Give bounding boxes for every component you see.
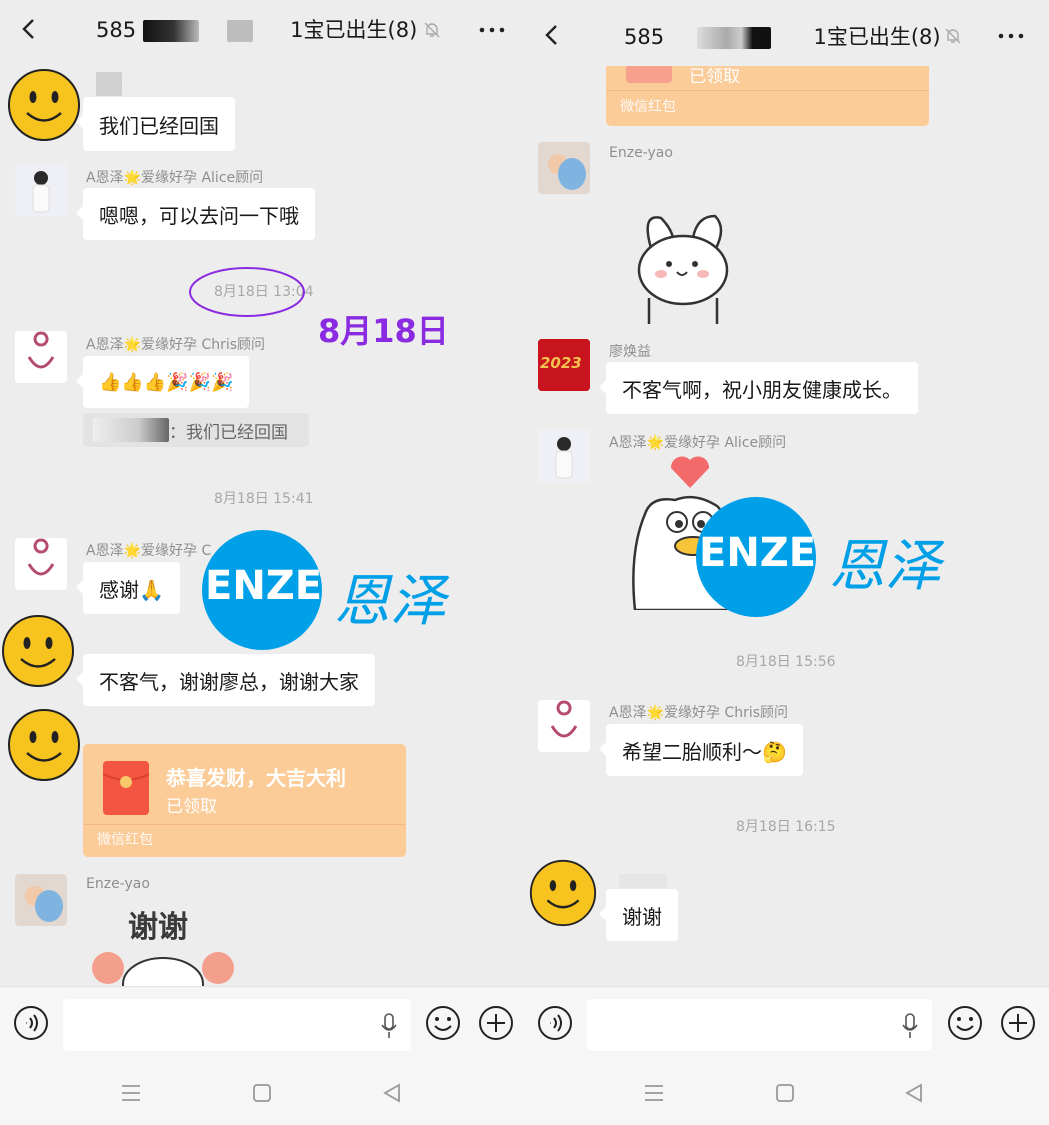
sender-name: A恩泽🌟爱缘好孕 C bbox=[86, 543, 212, 559]
divider bbox=[83, 824, 406, 825]
watermark-latin: ENZE bbox=[699, 530, 817, 576]
avatar-image bbox=[538, 142, 590, 194]
back-arrow-icon[interactable] bbox=[18, 18, 40, 40]
message-bubble[interactable]: 不客气，谢谢廖总，谢谢大家 bbox=[76, 654, 375, 706]
red-packet-status: 已领取 bbox=[166, 797, 217, 817]
sticker-bunny[interactable] bbox=[631, 208, 735, 324]
more-options-icon[interactable] bbox=[997, 28, 1025, 44]
chat-title-suffix: 1宝已出生(8) bbox=[813, 25, 941, 49]
back-arrow-icon[interactable] bbox=[541, 24, 563, 46]
avatar-enze-yao[interactable] bbox=[538, 142, 590, 194]
chat-title: 585 1宝已出生(8) bbox=[96, 14, 417, 44]
avatar-alice[interactable] bbox=[15, 164, 67, 216]
avatar-badge-text: 2023 bbox=[540, 354, 582, 372]
input-bar bbox=[0, 986, 523, 1060]
quoted-text: ：我们已经回国 bbox=[169, 422, 288, 443]
emoji-icon[interactable] bbox=[947, 1005, 983, 1041]
logo-avatar-icon bbox=[15, 538, 67, 590]
sender-name: Enze-yao bbox=[86, 876, 150, 892]
message-bubble[interactable]: 感谢🙏 bbox=[76, 562, 180, 614]
sender-name: A恩泽🌟爱缘好孕 Chris顾问 bbox=[86, 337, 266, 353]
sender-name: Enze-yao bbox=[609, 145, 673, 161]
chat-title-prefix: 585 bbox=[624, 25, 665, 49]
message-bubble[interactable]: 👍👍👍🎉🎉🎉 bbox=[75, 356, 250, 408]
sender-name: A恩泽🌟爱缘好孕 Alice顾问 bbox=[609, 435, 787, 451]
censor-block bbox=[142, 20, 199, 42]
censor-block bbox=[96, 72, 122, 96]
menu-icon[interactable] bbox=[644, 1084, 664, 1102]
header-overlap-strip bbox=[523, 52, 1049, 66]
avatar-chris[interactable] bbox=[15, 538, 67, 590]
logo-avatar-icon bbox=[538, 700, 590, 752]
home-icon[interactable] bbox=[776, 1084, 794, 1102]
smiley-avatar-icon bbox=[2, 615, 74, 687]
mute-bell-icon bbox=[424, 22, 440, 38]
avatar-liao[interactable]: 2023 bbox=[538, 339, 590, 391]
sticker-thanks[interactable] bbox=[86, 938, 240, 986]
chat-title-suffix: 1宝已出生(8) bbox=[290, 18, 418, 42]
red-packet-title: 恭喜发财，大吉大利 bbox=[166, 766, 346, 790]
red-packet-footer: 微信红包 bbox=[620, 99, 676, 115]
quoted-reply[interactable]: ：我们已经回国 bbox=[83, 413, 309, 447]
avatar-chris[interactable] bbox=[538, 700, 590, 752]
sender-name: 廖焕益 bbox=[609, 344, 651, 360]
chat-header: 585 1宝已出生(8) bbox=[0, 0, 523, 66]
smiley-avatar-icon bbox=[529, 859, 597, 927]
chat-panel-left: 585 1宝已出生(8) 我们已经回国 A恩泽🌟爱缘好孕 Alice顾问 嗯嗯，… bbox=[0, 0, 523, 1125]
avatar-image bbox=[15, 874, 67, 926]
plus-icon[interactable] bbox=[478, 1005, 514, 1041]
microphone-icon[interactable] bbox=[900, 1013, 920, 1039]
microphone-icon[interactable] bbox=[379, 1013, 399, 1039]
system-nav-bar bbox=[523, 1060, 1049, 1125]
watermark-cn: 恩泽 bbox=[829, 534, 941, 599]
avatar-alice[interactable] bbox=[538, 430, 590, 482]
message-input[interactable] bbox=[587, 999, 932, 1051]
smiley-avatar-icon bbox=[8, 709, 80, 781]
voice-toggle-icon[interactable] bbox=[13, 1005, 49, 1041]
red-packet-card[interactable]: 恭喜发财，大吉大利 已领取 微信红包 bbox=[83, 744, 406, 857]
input-bar bbox=[523, 986, 1049, 1060]
smiley-avatar-icon bbox=[8, 69, 80, 141]
avatar-enze-yao[interactable] bbox=[15, 874, 67, 926]
annotation-text: 8月18日 bbox=[318, 312, 449, 350]
message-bubble[interactable]: 谢谢 bbox=[599, 889, 678, 941]
timestamp: 8月18日 15:56 bbox=[736, 654, 836, 670]
sender-name: A恩泽🌟爱缘好孕 Alice顾问 bbox=[86, 170, 264, 186]
avatar-chris[interactable] bbox=[15, 331, 67, 383]
chat-title: 585 1宝已出生(8) bbox=[624, 21, 941, 51]
menu-icon[interactable] bbox=[121, 1084, 141, 1102]
timestamp: 8月18日 15:41 bbox=[214, 491, 314, 507]
plus-icon[interactable] bbox=[1000, 1005, 1036, 1041]
nav-back-icon[interactable] bbox=[905, 1083, 923, 1103]
timestamp: 8月18日 16:15 bbox=[736, 819, 836, 835]
avatar-image bbox=[15, 164, 67, 216]
voice-toggle-icon[interactable] bbox=[537, 1005, 573, 1041]
home-icon[interactable] bbox=[253, 1084, 271, 1102]
censor-block bbox=[227, 20, 254, 42]
censor-block bbox=[619, 874, 667, 888]
annotation-ellipse bbox=[189, 267, 305, 317]
chat-panel-right: 585 1宝已出生(8) 已领取 微信红包 Enze-yao 2023 廖焕益 … bbox=[523, 0, 1049, 1125]
message-bubble[interactable]: 我们已经回国 bbox=[76, 97, 235, 151]
avatar-image bbox=[538, 430, 590, 482]
divider bbox=[606, 90, 929, 91]
red-packet-footer: 微信红包 bbox=[97, 832, 153, 848]
nav-back-icon[interactable] bbox=[383, 1083, 401, 1103]
mute-bell-icon bbox=[945, 28, 961, 44]
emoji-icon[interactable] bbox=[425, 1005, 461, 1041]
red-envelope-icon bbox=[102, 761, 150, 815]
censor-block bbox=[93, 418, 169, 442]
censor-block bbox=[696, 27, 771, 49]
sender-name: A恩泽🌟爱缘好孕 Chris顾问 bbox=[609, 705, 789, 721]
message-bubble[interactable]: 不客气啊，祝小朋友健康成长。 bbox=[599, 362, 918, 414]
message-bubble[interactable]: 希望二胎顺利～🤔 bbox=[599, 724, 803, 776]
chat-title-prefix: 585 bbox=[96, 18, 137, 42]
logo-avatar-icon bbox=[15, 331, 67, 383]
watermark-cn: 恩泽 bbox=[334, 569, 446, 634]
message-input[interactable] bbox=[63, 999, 411, 1051]
message-bubble[interactable]: 嗯嗯，可以去问一下哦 bbox=[76, 188, 315, 240]
more-options-icon[interactable] bbox=[478, 22, 506, 38]
system-nav-bar bbox=[0, 1060, 523, 1125]
watermark-latin: ENZE bbox=[205, 563, 323, 609]
